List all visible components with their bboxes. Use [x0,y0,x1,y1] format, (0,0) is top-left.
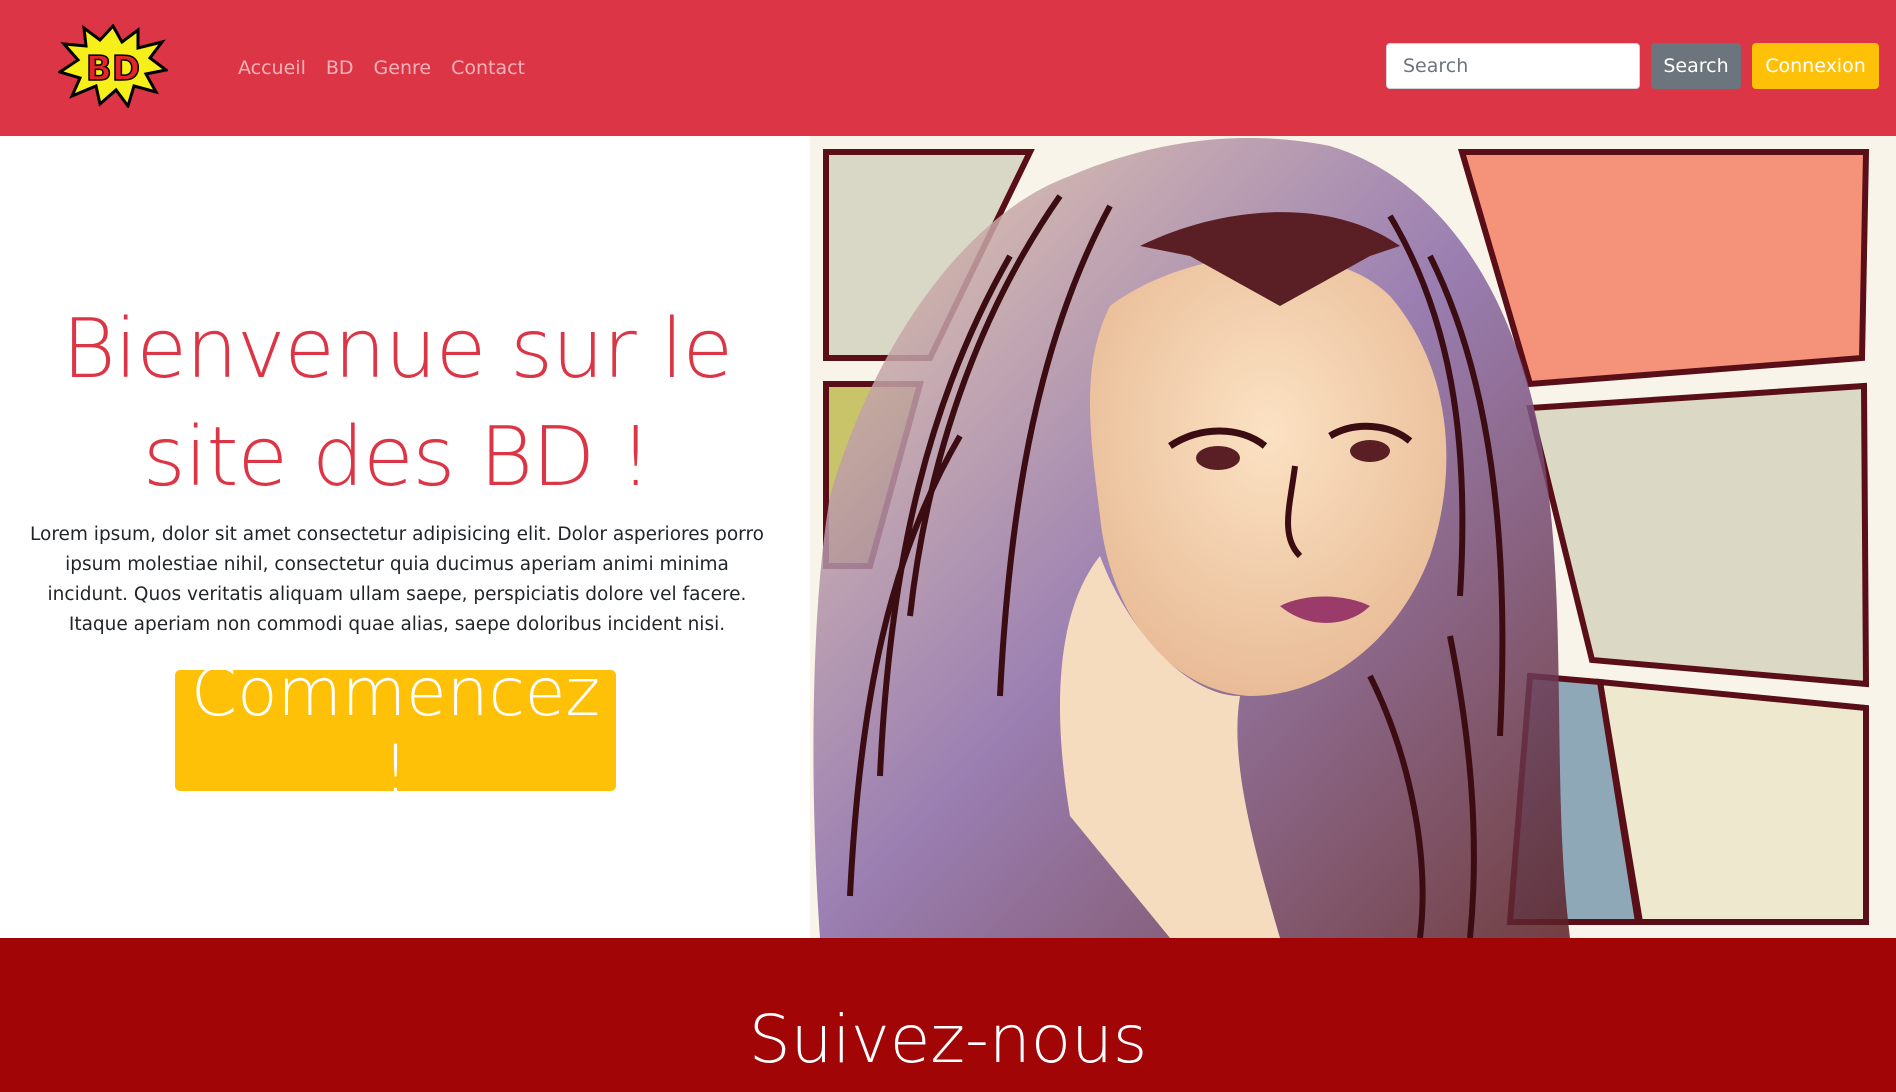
hero-text: Lorem ipsum, dolor sit amet consectetur … [30,524,764,635]
hero-title: Bienvenue sur le site des BD ! [61,302,733,505]
navbar: BD Accueil BD Genre Contact Search Conne… [0,0,1896,136]
brand-logo-text: BD [86,49,140,89]
search-input[interactable] [1386,43,1640,89]
hero-section: Bienvenue sur le site des BD ! Lorem ips… [0,136,810,938]
nav-link-genre[interactable]: Genre [364,57,442,79]
search-button[interactable]: Search [1651,43,1741,89]
follow-title: Suivez-nous [748,1001,1148,1078]
follow-section: Suivez-nous [0,938,1896,1092]
nav-link-contact[interactable]: Contact [441,57,535,79]
hero-comic-illustration [810,136,1896,938]
comic-portrait-image [810,136,1896,938]
brand-logo[interactable]: BD [56,23,170,110]
start-button[interactable]: Commencez ! [175,654,616,808]
nav-links: Accueil BD Genre Contact [228,0,535,136]
nav-link-bd[interactable]: BD [316,57,364,79]
login-button[interactable]: Connexion [1752,43,1879,89]
nav-link-accueil[interactable]: Accueil [228,57,316,79]
comic-burst-logo-icon: BD [56,23,170,110]
